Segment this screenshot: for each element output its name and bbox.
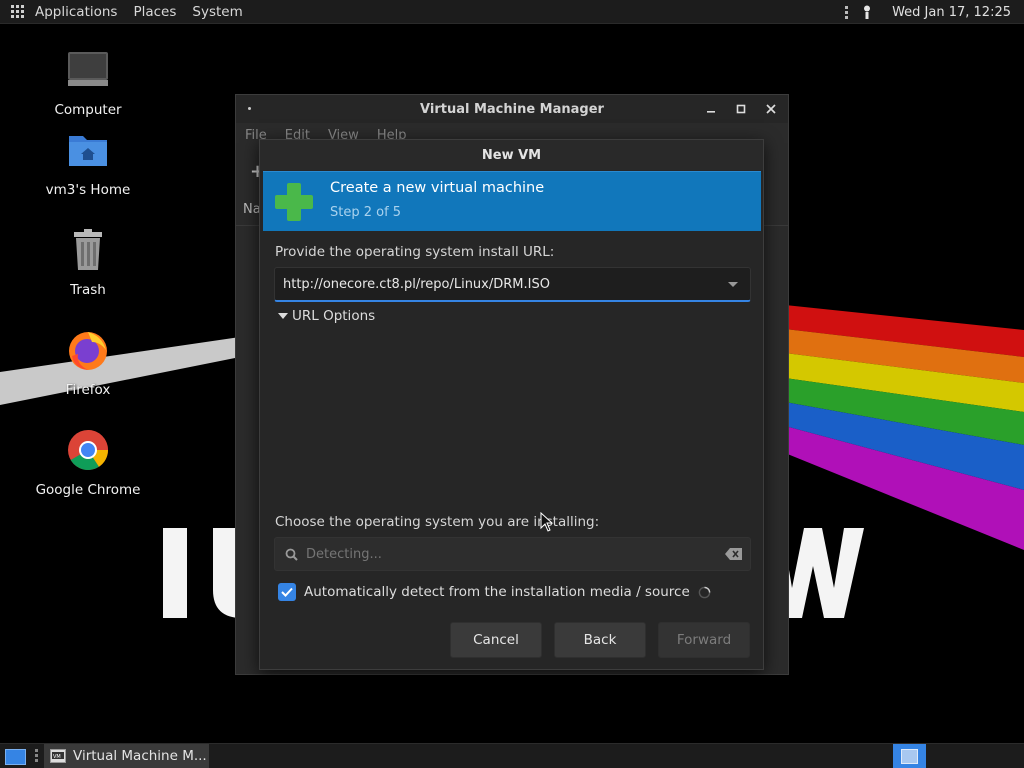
step-indicator: Step 2 of 5 — [330, 205, 402, 220]
show-desktop-icon[interactable] — [5, 749, 26, 765]
trash-icon — [74, 229, 102, 270]
dialog-banner: Create a new virtual machine Step 2 of 5 — [263, 171, 761, 231]
home-folder-icon — [69, 136, 107, 166]
spinner-icon — [698, 586, 711, 598]
top-panel: Applications Places System Wed Jan 17, 1… — [0, 0, 1024, 24]
new-vm-dialog: New VM Create a new virtual machine Step… — [259, 139, 764, 670]
url-label: Provide the operating system install URL… — [275, 244, 555, 260]
svg-text:VM: VM — [53, 754, 61, 760]
plus-icon — [275, 183, 313, 221]
dialog-titlebar[interactable]: New VM — [260, 140, 763, 170]
url-input[interactable] — [283, 276, 713, 292]
expander-arrow-icon — [278, 313, 288, 319]
checkmark-icon — [281, 587, 293, 597]
desktop-icon-computer[interactable]: Computer — [28, 48, 148, 118]
desktop-icon-label: vm3's Home — [45, 182, 131, 198]
url-options-label: URL Options — [292, 308, 376, 324]
taskbar-task-vmm[interactable]: VM Virtual Machine M... — [44, 744, 209, 768]
mouse-pointer-icon — [540, 512, 554, 532]
desktop-icon-chrome[interactable]: Google Chrome — [28, 428, 148, 498]
url-combo[interactable] — [274, 267, 751, 302]
window-menu-icon[interactable] — [248, 107, 251, 110]
os-search-input[interactable] — [306, 546, 706, 562]
desktop-icon-label: Firefox — [65, 382, 111, 398]
vmm-titlebar[interactable]: Virtual Machine Manager — [236, 95, 788, 123]
close-icon[interactable] — [762, 100, 780, 118]
vmm-app-icon: VM — [50, 749, 66, 763]
search-icon — [285, 548, 298, 561]
clock[interactable]: Wed Jan 17, 12:25 — [892, 5, 1011, 20]
dialog-title: New VM — [481, 147, 542, 163]
desktop-icon-home[interactable]: vm3's Home — [28, 128, 148, 198]
desktop-icon-trash[interactable]: Trash — [28, 228, 148, 298]
desktop-icon-label: Trash — [70, 282, 106, 298]
minimize-icon[interactable] — [702, 100, 720, 118]
places-menu[interactable]: Places — [133, 4, 176, 20]
panel-handle-icon[interactable] — [845, 5, 849, 19]
chrome-icon — [68, 430, 108, 470]
applications-menu[interactable]: Applications — [35, 4, 117, 20]
dropdown-arrow-icon[interactable] — [728, 282, 738, 287]
workspace-1[interactable] — [901, 748, 918, 764]
taskbar-task-label: Virtual Machine M... — [73, 748, 207, 764]
system-menu[interactable]: System — [192, 4, 242, 20]
maximize-icon[interactable] — [732, 100, 750, 118]
os-search-box[interactable] — [274, 537, 751, 571]
computer-icon — [68, 52, 108, 86]
url-options-expander[interactable]: URL Options — [278, 308, 375, 324]
workspace-switcher[interactable] — [893, 744, 926, 768]
forward-button[interactable]: Forward — [658, 622, 750, 658]
auto-detect-row: Automatically detect from the installati… — [278, 583, 711, 601]
apps-grid-icon[interactable] — [11, 4, 25, 19]
auto-detect-checkbox[interactable] — [278, 583, 296, 601]
banner-title: Create a new virtual machine — [330, 180, 545, 196]
back-button[interactable]: Back — [554, 622, 646, 658]
desktop-icon-label: Computer — [54, 102, 122, 118]
taskbar: VM Virtual Machine M... — [0, 743, 1024, 768]
desktop-icon-label: Google Chrome — [35, 482, 141, 498]
firefox-icon — [69, 332, 107, 370]
cancel-button[interactable]: Cancel — [450, 622, 542, 658]
top-panel-right: Wed Jan 17, 12:25 — [845, 0, 1024, 24]
taskbar-handle-icon[interactable] — [35, 749, 38, 762]
desktop-icon-firefox[interactable]: Firefox — [28, 328, 148, 398]
user-icon[interactable] — [862, 5, 872, 19]
auto-detect-label[interactable]: Automatically detect from the installati… — [304, 584, 690, 600]
clear-icon[interactable] — [725, 548, 742, 560]
vmm-title: Virtual Machine Manager — [420, 101, 604, 117]
